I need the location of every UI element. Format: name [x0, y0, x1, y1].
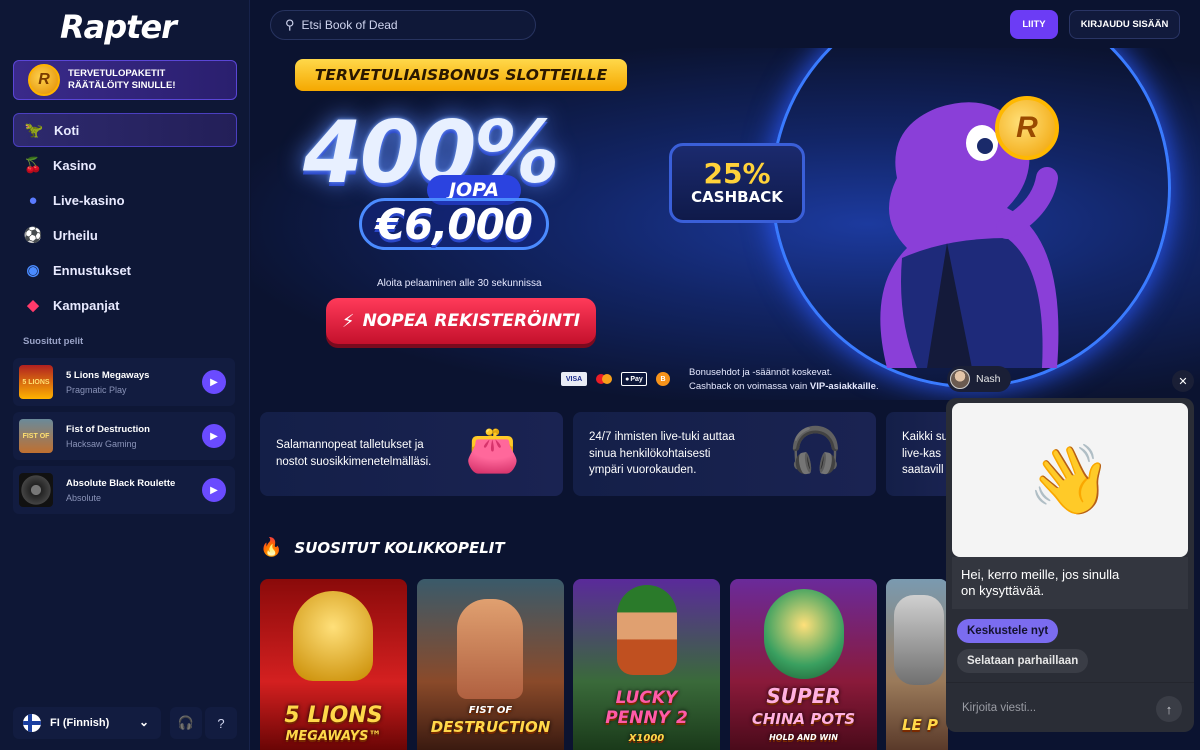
help-icon[interactable]: ? — [205, 707, 237, 739]
feature-card-payments: Salamannopeat talletukset ja nostot suos… — [260, 412, 563, 496]
apple-pay-icon: ● Pay — [621, 372, 647, 386]
gem-icon: ◆ — [27, 297, 39, 314]
close-icon[interactable]: ✕ — [1172, 370, 1194, 392]
game-provider: Pragmatic Play — [66, 384, 127, 395]
mastercard-icon — [593, 372, 615, 386]
send-arrow-icon[interactable]: ↑ — [1156, 696, 1182, 722]
sidebar: Rapter R TERVETULOPAKETIT RÄÄTÄLÖITY SIN… — [0, 0, 250, 750]
agent-name: Nash — [976, 373, 1001, 385]
search-placeholder: Etsi Book of Dead — [301, 18, 398, 32]
popular-game-item[interactable]: FIST OF Fist of Destruction Hacksaw Gami… — [13, 412, 235, 460]
game-title: 5 Lions Megaways — [66, 369, 150, 381]
game-thumbnail: 5 LIONS — [19, 365, 53, 399]
browsing-button[interactable]: Selataan parhaillaan — [957, 649, 1089, 673]
chat-message: Hei, kerro meille, jos sinulla on kysytt… — [952, 557, 1188, 609]
welcome-package-banner[interactable]: R TERVETULOPAKETIT RÄÄTÄLÖITY SINULLE! — [13, 60, 237, 100]
chat-input-placeholder: Kirjoita viesti... — [962, 701, 1037, 714]
trend-icon: ◉ — [26, 262, 40, 279]
fighter-illustration — [457, 599, 523, 699]
nav-item-label: Kampanjat — [53, 297, 120, 313]
nav-item-urheilu[interactable]: ⚽ Urheilu — [13, 218, 237, 252]
game-thumbnail: FIST OF — [19, 419, 53, 453]
play-icon[interactable]: ▶ — [202, 370, 226, 394]
language-label: FI (Finnish) — [50, 717, 110, 729]
game-provider: Hacksaw Gaming — [66, 438, 137, 449]
feature-text: Salamannopeat talletukset ja nostot suos… — [276, 439, 432, 468]
nav-item-label: Live-kasino — [53, 192, 125, 208]
quick-register-label: NOPEA REKISTERÖINTI — [362, 311, 581, 331]
rapter-coin-icon: R — [995, 96, 1059, 160]
nav-item-label: Ennustukset — [53, 262, 132, 278]
chevron-down-icon: ⌄ — [138, 715, 149, 729]
game-thumbnail — [19, 473, 53, 507]
nav-item-label: Koti — [54, 122, 80, 138]
game-title: Absolute Black Roulette — [66, 477, 176, 489]
search-input[interactable]: ⚲ Etsi Book of Dead — [270, 10, 536, 40]
play-icon[interactable]: ▶ — [202, 424, 226, 448]
search-icon: ⚲ — [285, 17, 295, 32]
lightning-icon: ⚡ — [341, 310, 355, 332]
agent-avatar — [950, 369, 970, 389]
rapter-coin-icon: R — [28, 64, 60, 96]
raccoon-illustration — [894, 595, 944, 685]
chat-panel: 👋 Hei, kerro meille, jos sinulla on kysy… — [946, 398, 1194, 732]
popular-game-item[interactable]: 5 LIONS 5 Lions Megaways Pragmatic Play … — [13, 358, 235, 406]
headset-icon[interactable]: 🎧 — [170, 707, 202, 739]
play-icon[interactable]: ▶ — [202, 478, 226, 502]
golden-lion-illustration — [293, 591, 373, 681]
slot-card-super-china-pots[interactable]: SUPER CHINA POTS HOLD AND WIN — [730, 579, 877, 750]
nav-item-kampanjat[interactable]: ◆ Kampanjat — [13, 288, 237, 322]
waving-hand-icon: 👋 — [952, 403, 1188, 557]
chat-agent-badge[interactable]: Nash — [947, 366, 1011, 392]
start-note: Aloita pelaaminen alle 30 sekunnissa — [377, 278, 542, 289]
fire-icon: 🔥 — [260, 537, 283, 558]
welcome-package-text: TERVETULOPAKETIT RÄÄTÄLÖITY SINULLE! — [68, 68, 176, 91]
cashback-badge: 25% CASHBACK — [669, 143, 805, 223]
finland-flag-icon — [23, 714, 41, 732]
hero-banner[interactable]: TERVETULIAISBONUS SLOTTEILLE 400% JOPA €… — [251, 48, 1200, 400]
slot-card-lucky-penny-2[interactable]: LUCKY PENNY 2 X1000 — [573, 579, 720, 750]
nav-item-koti[interactable]: 🦖 Koti — [13, 113, 237, 147]
wallet-icon: 👛 — [465, 426, 520, 475]
soccer-ball-icon: ⚽ — [23, 227, 43, 244]
game-provider: Absolute — [66, 492, 102, 503]
slot-card-le-p[interactable]: LE P — [886, 579, 948, 750]
cherry-icon: 🍒 — [23, 157, 43, 174]
nav-item-live-kasino[interactable]: ● Live-kasino — [13, 183, 237, 217]
popular-slots-heading: 🔥 SUOSITUT KOLIKKOPELIT — [260, 537, 505, 558]
quick-register-button[interactable]: ⚡ NOPEA REKISTERÖINTI — [326, 298, 596, 344]
visa-icon: VISA — [561, 372, 587, 386]
feature-text: Kaikki su live-kas saatavill — [902, 431, 949, 476]
dino-icon: 🦖 — [24, 122, 44, 139]
language-selector[interactable]: FI (Finnish) ⌄ — [13, 707, 161, 739]
feature-text: 24/7 ihmisten live-tuki auttaa sinua hen… — [589, 431, 735, 476]
main-nav: 🦖 Koti 🍒 Kasino ● Live-kasino ⚽ Urheilu … — [13, 113, 237, 323]
chat-message-input[interactable]: Kirjoita viesti... ↑ — [946, 682, 1194, 732]
slot-card-fist-of-destruction[interactable]: FIST OF DESTRUCTION — [417, 579, 564, 750]
login-button[interactable]: KIRJAUDU SISÄÄN — [1069, 10, 1180, 39]
bitcoin-icon: B — [656, 372, 670, 386]
join-button[interactable]: LIITY — [1010, 10, 1058, 39]
nav-item-kasino[interactable]: 🍒 Kasino — [13, 148, 237, 182]
popular-games-heading: Suositut pelit — [23, 336, 84, 347]
popular-games-list: 5 LIONS 5 Lions Megaways Pragmatic Play … — [13, 358, 235, 520]
nav-item-label: Urheilu — [53, 227, 98, 243]
leprechaun-illustration — [617, 585, 677, 675]
chat-now-button[interactable]: Keskustele nyt — [957, 619, 1059, 643]
welcome-bonus-tag: TERVETULIAISBONUS SLOTTEILLE — [295, 59, 627, 91]
slot-card-5-lions[interactable]: 5 LIONS MEGAWAYS™ — [260, 579, 407, 750]
bonus-amount: €6,000 — [359, 198, 549, 250]
chip-icon: ● — [28, 191, 38, 209]
rapter-logo[interactable]: Rapter — [60, 8, 177, 46]
popular-game-item[interactable]: Absolute Black Roulette Absolute ▶ — [13, 466, 235, 514]
feature-card-support: 24/7 ihmisten live-tuki auttaa sinua hen… — [573, 412, 876, 496]
nav-item-label: Kasino — [53, 157, 97, 173]
game-title: Fist of Destruction — [66, 423, 150, 435]
nav-item-ennustukset[interactable]: ◉ Ennustukset — [13, 253, 237, 287]
gold-pot-illustration — [764, 589, 844, 679]
headset-icon: 🎧 — [788, 426, 843, 475]
